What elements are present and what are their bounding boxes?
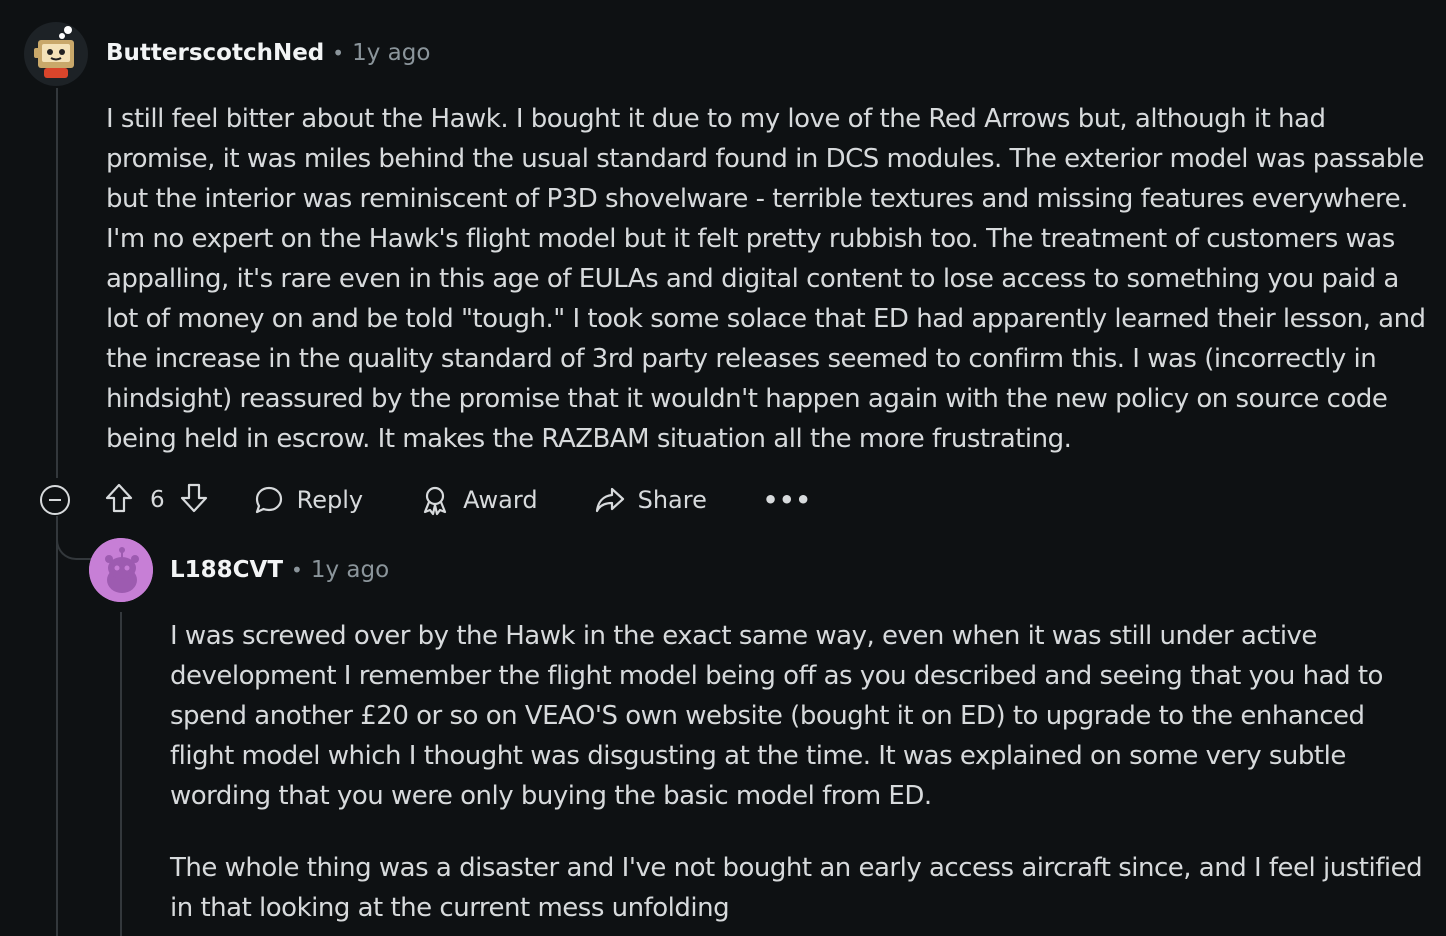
reply-thread-line[interactable] — [120, 612, 122, 936]
thread-branch-line — [56, 516, 96, 560]
reply-paragraph: The whole thing was a disaster and I've … — [170, 853, 1423, 923]
downvote-icon[interactable] — [179, 482, 209, 518]
share-icon — [595, 487, 624, 513]
reply-avatar[interactable] — [89, 538, 153, 602]
comment-action-bar: 6 Reply Award Share ••• — [40, 478, 812, 522]
meta-separator: • — [332, 41, 345, 65]
meta-separator: • — [291, 558, 303, 582]
username[interactable]: ButterscotchNed — [106, 40, 324, 66]
reply-label: Reply — [296, 486, 364, 514]
vote-group: 6 — [104, 482, 209, 518]
snoo-avatar-icon — [34, 26, 74, 78]
award-label: Award — [463, 486, 538, 514]
comment-body: I still feel bitter about the Hawk. I bo… — [106, 99, 1431, 459]
reply-button[interactable]: Reply — [253, 484, 363, 516]
reply-paragraph: I was screwed over by the Hawk in the ex… — [170, 621, 1383, 811]
award-button[interactable]: Award — [419, 484, 538, 516]
award-icon — [424, 486, 447, 516]
username[interactable]: L188CVT — [170, 557, 283, 583]
more-icon[interactable]: ••• — [763, 486, 812, 514]
thread-line[interactable] — [56, 518, 58, 936]
snoo-avatar-icon — [89, 538, 153, 602]
avatar[interactable] — [24, 22, 88, 86]
reply-meta: L188CVT • 1y ago — [170, 557, 389, 583]
comment-paragraph: I still feel bitter about the Hawk. I bo… — [106, 104, 1426, 454]
share-label: Share — [637, 486, 707, 514]
collapse-icon[interactable] — [40, 485, 70, 515]
reply-body: I was screwed over by the Hawk in the ex… — [170, 616, 1432, 928]
comment-icon — [255, 486, 282, 514]
comment-meta: ButterscotchNed • 1y ago — [106, 40, 430, 66]
comment-thread: ButterscotchNed • 1y ago I still feel bi… — [0, 0, 1446, 936]
vote-count: 6 — [150, 487, 165, 513]
share-button[interactable]: Share — [594, 484, 707, 516]
thread-line[interactable] — [56, 88, 58, 478]
timestamp[interactable]: 1y ago — [311, 557, 389, 583]
timestamp[interactable]: 1y ago — [352, 40, 430, 66]
upvote-icon[interactable] — [104, 482, 134, 518]
